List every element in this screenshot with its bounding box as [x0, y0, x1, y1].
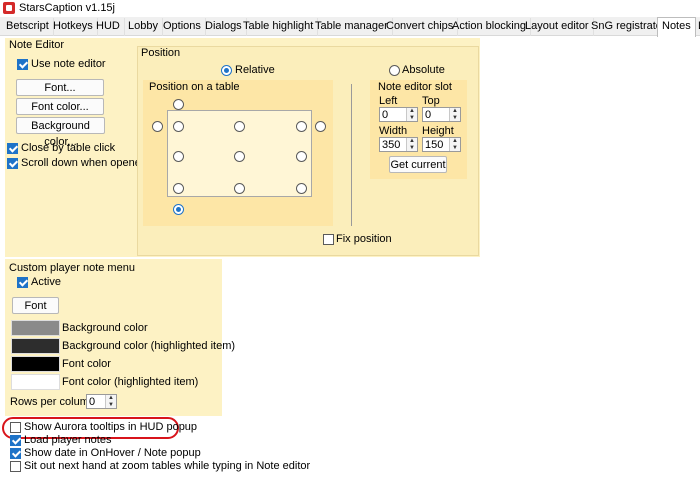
tab-table-manager[interactable]: Table manager [311, 18, 393, 36]
spinner-arrows-icon[interactable]: ▲ ▼ [449, 108, 460, 121]
tab-hud[interactable]: HUD [92, 18, 125, 36]
rows-per-column-value: 0 [89, 396, 96, 408]
slot-right-outer-radio[interactable] [315, 121, 326, 132]
sit-out-label: Sit out next hand at zoom tables while t… [24, 460, 311, 472]
load-player-notes-label: Load player notes [24, 434, 112, 446]
checkbox-icon [323, 234, 334, 245]
active-checkbox[interactable]: Active [17, 276, 61, 290]
top-label: Top [422, 95, 440, 107]
background-color-highlight-label: Background color (highlighted item) [62, 340, 236, 352]
height-value: 150 [425, 139, 444, 151]
absolute-label: Absolute [402, 64, 445, 76]
slot-top-right-radio[interactable] [296, 121, 307, 132]
slot-left-outer-radio[interactable] [152, 121, 163, 132]
font-button[interactable]: Font... [16, 79, 104, 96]
use-note-editor-label: Use note editor [31, 58, 106, 70]
close-by-table-click-checkbox[interactable]: Close by table click [7, 142, 115, 156]
custom-menu-label: Custom player note menu [9, 262, 135, 274]
font-color-highlight-swatch[interactable] [11, 374, 60, 390]
slot-top-center-radio[interactable] [234, 121, 245, 132]
spinner-arrows-icon[interactable]: ▲ ▼ [449, 138, 460, 151]
title-bar: StarsCaption v1.15j [0, 0, 700, 17]
position-on-table-label: Position on a table [149, 81, 240, 93]
slot-bottom-left-radio[interactable] [173, 183, 184, 194]
tab-options[interactable]: Options [159, 18, 206, 36]
rows-per-column-spinner[interactable]: 0 ▲ ▼ [86, 394, 117, 409]
height-label: Height [422, 125, 454, 137]
checkbox-checked-icon [7, 158, 18, 169]
tab-layout-editor[interactable]: Layout editor [521, 18, 594, 36]
tab-convert-chips[interactable]: Convert chips [382, 18, 459, 36]
width-value: 350 [382, 139, 401, 151]
checkbox-icon [10, 461, 21, 472]
radio-icon [389, 65, 400, 76]
font-color-label: Font color [62, 358, 111, 370]
background-color-button[interactable]: Background color... [16, 117, 105, 148]
checkbox-checked-icon [17, 277, 28, 288]
spinner-arrows-icon[interactable]: ▲ ▼ [406, 108, 417, 121]
vertical-divider [351, 84, 352, 226]
checkbox-checked-icon [10, 435, 21, 446]
tab-action-blocking[interactable]: Action blocking [448, 18, 531, 36]
app-icon [3, 2, 15, 14]
width-label: Width [379, 125, 408, 137]
show-aurora-label: Show Aurora tooltips in HUD popup [24, 421, 198, 433]
tab-notes[interactable]: Notes [657, 17, 696, 37]
top-value: 0 [425, 109, 432, 121]
left-label: Left [379, 95, 398, 107]
spinner-arrows-icon[interactable]: ▲ ▼ [406, 138, 417, 151]
window-title: StarsCaption v1.15j [19, 2, 115, 14]
note-editor-slot-label: Note editor slot [378, 81, 452, 93]
use-note-editor-checkbox[interactable]: Use note editor [17, 58, 106, 72]
custom-font-button[interactable]: Font [12, 297, 59, 314]
active-label: Active [31, 276, 61, 288]
note-editor-label: Note Editor [9, 39, 65, 51]
tab-table-highlight[interactable]: Table highlight [239, 18, 319, 36]
get-current-button[interactable]: Get current [389, 156, 447, 173]
background-color-highlight-swatch[interactable] [11, 338, 60, 354]
font-color-swatch[interactable] [11, 356, 60, 372]
font-color-button[interactable]: Font color... [16, 98, 104, 115]
slot-bottom-right-radio[interactable] [296, 183, 307, 194]
tab-bar: Betscript Hotkeys HUD Lobby Options Dial… [0, 17, 700, 37]
scroll-down-label: Scroll down when opened [21, 157, 147, 169]
slot-top-left-radio[interactable] [173, 121, 184, 132]
checkbox-checked-icon [7, 143, 18, 154]
slot-top-radio[interactable] [173, 99, 184, 110]
fix-position-label: Fix position [336, 233, 392, 245]
width-spinner[interactable]: 350 ▲ ▼ [379, 137, 418, 152]
rows-per-column-label: Rows per column [10, 396, 95, 408]
left-spinner[interactable]: 0 ▲ ▼ [379, 107, 418, 122]
checkbox-checked-icon [17, 59, 28, 70]
slot-bottom-center-radio[interactable] [234, 183, 245, 194]
scroll-down-checkbox[interactable]: Scroll down when opened [7, 157, 147, 171]
tab-hotkeys[interactable]: Hotkeys [49, 18, 98, 36]
tab-betscript[interactable]: Betscript [2, 18, 54, 36]
top-spinner[interactable]: 0 ▲ ▼ [422, 107, 461, 122]
show-date-label: Show date in OnHover / Note popup [24, 447, 201, 459]
radio-selected-icon [221, 65, 232, 76]
tab-lobby[interactable]: Lobby [124, 18, 163, 36]
font-color-highlight-label: Font color (highlighted item) [62, 376, 199, 388]
spinner-arrows-icon[interactable]: ▲ ▼ [105, 395, 116, 408]
slot-center-radio[interactable] [234, 151, 245, 162]
background-color-swatch[interactable] [11, 320, 60, 336]
close-by-table-click-label: Close by table click [21, 142, 116, 154]
relative-label: Relative [235, 64, 275, 76]
position-label: Position [141, 47, 181, 59]
slot-mid-left-radio[interactable] [173, 151, 184, 162]
slot-mid-right-radio[interactable] [296, 151, 307, 162]
checkbox-checked-icon [10, 448, 21, 459]
left-value: 0 [382, 109, 389, 121]
height-spinner[interactable]: 150 ▲ ▼ [422, 137, 461, 152]
slot-bottom-radio[interactable] [173, 204, 184, 215]
tab-overflow[interactable]: L [694, 18, 700, 36]
background-color-label: Background color [62, 322, 148, 334]
show-date-checkbox[interactable]: Show date in OnHover / Note popup [10, 447, 201, 461]
checkbox-icon [10, 422, 21, 433]
load-player-notes-checkbox[interactable]: Load player notes [10, 434, 111, 448]
